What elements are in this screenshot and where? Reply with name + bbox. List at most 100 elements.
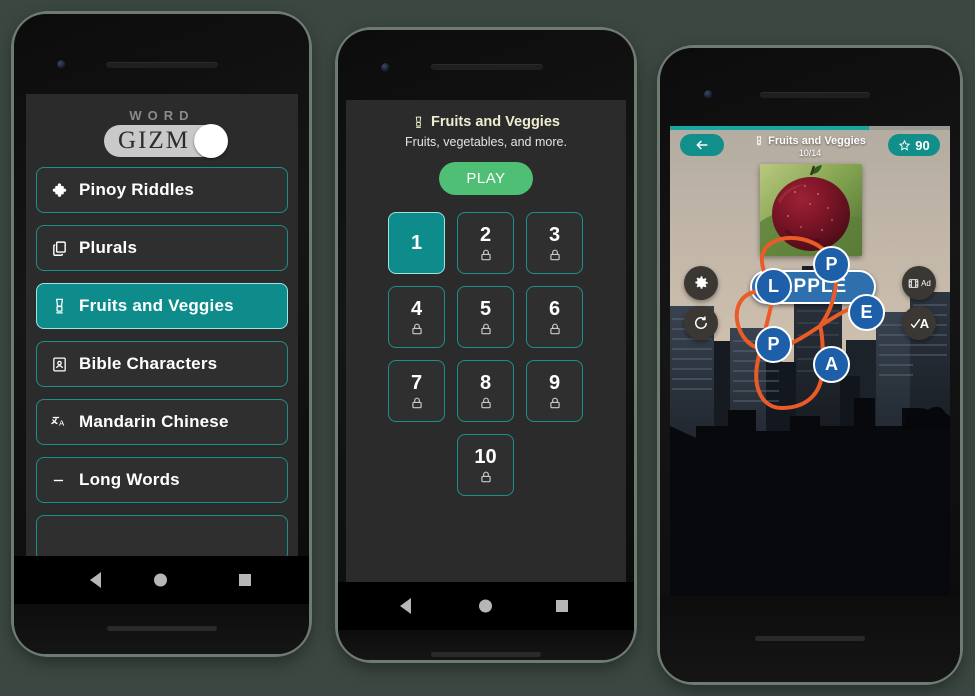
nav-back-icon[interactable]	[400, 598, 411, 614]
level-subtitle: Fruits, vegetables, and more.	[405, 135, 567, 149]
letter-circle-l[interactable]: L	[755, 268, 792, 305]
phone2-screen: Fruits and Veggies Fruits, vegetables, a…	[346, 100, 626, 582]
check-letter-button[interactable]: A	[902, 306, 936, 340]
category-item-plurals[interactable]: Plurals	[36, 225, 288, 271]
logo-gizmo-wrap: GIZM	[104, 124, 228, 158]
score-badge: 90	[888, 134, 940, 156]
category-item-fruits-and-veggies[interactable]: Fruits and Veggies	[36, 283, 288, 329]
puzzle-photo	[760, 164, 862, 256]
letter-circle-p1[interactable]: P	[813, 246, 850, 283]
phone2-system-navbar	[338, 582, 634, 630]
video-ad-button[interactable]: Ad	[902, 266, 936, 300]
puzzle-piece-icon	[52, 182, 67, 197]
category-label: Mandarin Chinese	[79, 412, 229, 431]
level-cell-9[interactable]: 9	[526, 360, 583, 422]
nav-home-icon[interactable]	[479, 599, 492, 613]
category-label: Plurals	[79, 238, 138, 257]
reset-button[interactable]	[684, 306, 718, 340]
phone-device-3: Fruits and Veggies 10/14 90 APPLE Ad A L…	[660, 48, 960, 682]
level-cell-3[interactable]: 3	[526, 212, 583, 274]
phone2-chin	[338, 630, 634, 660]
phone-device-2: Fruits and Veggies Fruits, vegetables, a…	[338, 30, 634, 660]
star-icon	[899, 139, 911, 151]
letter-circle-a[interactable]: A	[813, 346, 850, 383]
level-header-title: Fruits and Veggies	[431, 114, 560, 130]
category-item-bible-characters[interactable]: Bible Characters	[36, 341, 288, 387]
video-ad-label: Ad	[921, 278, 931, 288]
phone3-screen: Fruits and Veggies 10/14 90 APPLE Ad A L…	[670, 126, 950, 596]
category-item-mandarin-chinese[interactable]: Mandarin Chinese	[36, 399, 288, 445]
lock-icon	[411, 323, 422, 334]
logo-gizmo-text: GIZM	[118, 127, 190, 154]
play-button[interactable]: PLAY	[439, 162, 533, 195]
category-item-pinoy-riddles[interactable]: Pinoy Riddles	[36, 167, 288, 213]
level-number: 5	[479, 297, 492, 320]
nav-recents-icon[interactable]	[239, 574, 251, 586]
category-item-partial[interactable]	[36, 515, 288, 556]
translate-icon	[51, 416, 65, 426]
film-icon	[908, 278, 919, 288]
lock-icon	[549, 397, 560, 408]
level-cell-6[interactable]: 6	[526, 286, 583, 348]
level-progress-bar	[670, 126, 869, 130]
earpiece-speaker	[106, 62, 218, 68]
level-number: 8	[479, 371, 492, 394]
level-number: 4	[410, 297, 423, 320]
book-icon	[53, 356, 66, 372]
level-number: 9	[548, 371, 561, 394]
letter-circle-p2[interactable]: P	[755, 326, 792, 363]
level-cell-4[interactable]: 4	[388, 286, 445, 348]
screenshot-stage: WORD GIZM Pinoy Riddles Plurals Fruits a…	[0, 0, 975, 696]
blender-icon	[415, 116, 422, 128]
phone1-screen: WORD GIZM Pinoy Riddles Plurals Fruits a…	[26, 94, 298, 556]
phone1-chin-bar	[106, 626, 217, 631]
level-cell-2[interactable]: 2	[457, 212, 514, 274]
phone1-chin	[14, 604, 309, 654]
level-cell-1[interactable]: 1	[388, 212, 445, 274]
category-item-long-words[interactable]: Long Words	[36, 457, 288, 503]
phone3-glass: Fruits and Veggies 10/14 90 APPLE Ad A L…	[660, 48, 960, 682]
level-cell-7[interactable]: 7	[388, 360, 445, 422]
logo-word-text: WORD	[129, 108, 195, 123]
blender-icon	[756, 136, 762, 146]
category-list: Pinoy Riddles Plurals Fruits and Veggies…	[26, 167, 298, 556]
gear-icon	[695, 276, 708, 289]
app-logo: WORD GIZM	[26, 94, 298, 167]
refresh-icon	[695, 316, 707, 329]
level-number: 7	[410, 371, 423, 394]
gameplay-title: Fruits and Veggies	[768, 135, 866, 147]
phone3-chin-bar	[755, 636, 865, 641]
level-number: 3	[548, 223, 561, 246]
level-grid: 1 2 3 4 5 6 7 8 9 10	[388, 212, 584, 496]
category-label: Long Words	[79, 470, 180, 489]
level-cell-10[interactable]: 10	[457, 434, 514, 496]
front-camera-icon	[704, 90, 713, 99]
settings-button[interactable]	[684, 266, 718, 300]
apple-photo-image	[760, 164, 862, 256]
front-camera-icon	[381, 63, 390, 72]
level-cell-8[interactable]: 8	[457, 360, 514, 422]
blender-icon	[55, 298, 64, 314]
copy-icon	[53, 240, 66, 256]
phone1-system-navbar	[14, 556, 309, 604]
level-number: 10	[474, 445, 497, 468]
category-label: Bible Characters	[79, 354, 218, 373]
earpiece-speaker	[431, 64, 543, 70]
lock-icon	[549, 249, 560, 260]
level-number: 6	[548, 297, 561, 320]
phone2-glass: Fruits and Veggies Fruits, vegetables, a…	[338, 30, 634, 660]
logo-o-circle-icon	[193, 124, 228, 158]
nav-back-icon[interactable]	[90, 572, 101, 588]
letter-circle-e[interactable]: E	[848, 294, 885, 331]
level-cell-5[interactable]: 5	[457, 286, 514, 348]
lock-icon	[480, 471, 491, 482]
lock-icon	[480, 249, 491, 260]
level-header: Fruits and Veggies	[346, 100, 626, 130]
phone3-chin	[660, 596, 960, 682]
lock-icon	[411, 397, 422, 408]
lock-icon	[480, 323, 491, 334]
nav-recents-icon[interactable]	[556, 600, 568, 612]
nav-home-icon[interactable]	[154, 573, 167, 587]
lock-icon	[549, 323, 560, 334]
phone-device-1: WORD GIZM Pinoy Riddles Plurals Fruits a…	[14, 14, 309, 654]
